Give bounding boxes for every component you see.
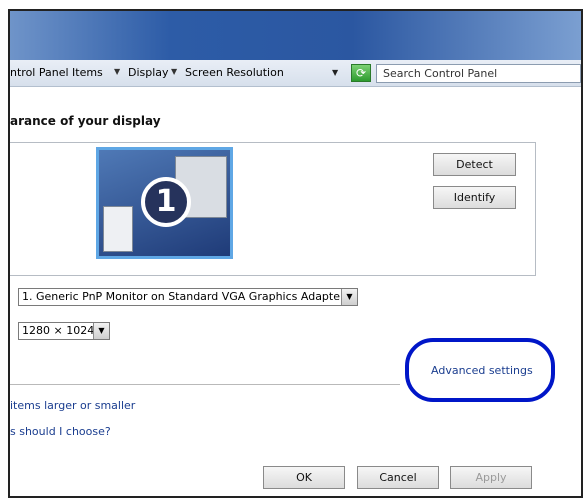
chevron-down-icon[interactable]: ▼ [341, 289, 357, 305]
search-input[interactable]: Search Control Panel [376, 64, 581, 83]
screen-resolution-window: ntrol Panel Items ▼ Display ▼ Screen Res… [8, 9, 583, 498]
monitor-1-icon[interactable]: 1 [96, 147, 233, 259]
breadcrumb-arrow-icon[interactable]: ▼ [114, 67, 120, 76]
resolution-select[interactable]: 1280 × 1024 ▼ [18, 322, 110, 340]
address-bar: ntrol Panel Items ▼ Display ▼ Screen Res… [10, 60, 581, 87]
window-thumbnail-icon [103, 206, 133, 252]
monitor-number-badge: 1 [141, 177, 191, 227]
identify-button[interactable]: Identify [433, 186, 516, 209]
page-heading: arance of your display [10, 114, 161, 128]
divider [10, 384, 400, 385]
display-select[interactable]: 1. Generic PnP Monitor on Standard VGA G… [18, 288, 358, 306]
highlight-annotation-ring [405, 338, 555, 402]
ok-button[interactable]: OK [263, 466, 345, 489]
make-items-larger-link[interactable]: items larger or smaller [10, 399, 135, 412]
display-select-value: 1. Generic PnP Monitor on Standard VGA G… [22, 290, 345, 303]
chevron-down-icon[interactable]: ▼ [93, 323, 109, 339]
breadcrumb-display[interactable]: Display [128, 66, 169, 79]
which-settings-link[interactable]: s should I choose? [10, 425, 111, 438]
breadcrumb-control-panel-items[interactable]: ntrol Panel Items [10, 66, 103, 79]
breadcrumb-screen-resolution[interactable]: Screen Resolution [185, 66, 284, 79]
refresh-icon[interactable]: ⟳ [351, 64, 371, 82]
apply-button[interactable]: Apply [450, 466, 532, 489]
cancel-button[interactable]: Cancel [357, 466, 439, 489]
title-bar [10, 11, 581, 60]
resolution-select-value: 1280 × 1024 [22, 324, 95, 337]
detect-button[interactable]: Detect [433, 153, 516, 176]
address-dropdown-icon[interactable]: ▼ [332, 68, 338, 77]
breadcrumb-arrow-icon[interactable]: ▼ [171, 67, 177, 76]
